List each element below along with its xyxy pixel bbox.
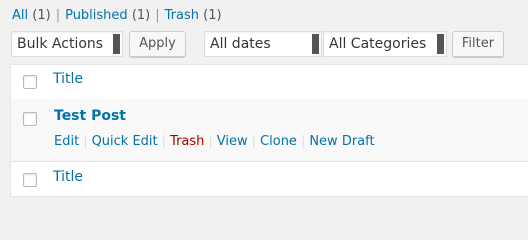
filter-separator: | (55, 8, 61, 23)
status-filter-links: All (1) | Published (1) | Trash (1) (12, 8, 222, 23)
action-separator: | (83, 134, 88, 149)
filter-trash-count: (1) (203, 8, 222, 23)
title-column-header[interactable]: Title (53, 71, 83, 87)
action-separator: | (251, 134, 257, 149)
row-actions: Edit | Quick Edit | Trash | View | Clone | New Dra… (54, 134, 375, 149)
filter-published-link[interactable]: Published (65, 8, 128, 23)
clone-link[interactable]: Clone (260, 134, 297, 149)
categories-select[interactable]: All Categories (323, 31, 447, 57)
action-separator: | (300, 134, 306, 149)
filter-all-link[interactable]: All (12, 8, 28, 23)
dates-select[interactable]: All dates (204, 31, 322, 57)
bulk-actions-select[interactable]: Bulk Actions (11, 31, 123, 57)
filter-trash-label: Trash (164, 8, 199, 23)
select-all-checkbox[interactable] (23, 75, 37, 89)
trash-link[interactable]: Trash (170, 134, 204, 149)
view-link[interactable]: View (217, 134, 248, 149)
filter-trash-link[interactable]: Trash (165, 8, 199, 23)
dropdown-arrow-icon (312, 34, 319, 54)
bulk-actions-value: Bulk Actions (17, 36, 104, 52)
posts-table: Title Test Post Edit | Quick Edit | Trash | Vi… (10, 64, 528, 197)
row-checkbox[interactable] (23, 112, 37, 126)
select-all-checkbox-footer[interactable] (23, 173, 37, 187)
dropdown-arrow-icon (437, 34, 444, 54)
edit-link[interactable]: Edit (54, 134, 79, 149)
action-separator: | (208, 134, 213, 149)
post-title-link[interactable]: Test Post (54, 108, 126, 124)
dates-value: All dates (210, 36, 271, 52)
filter-all-count: (1) (32, 8, 51, 23)
quick-edit-link[interactable]: Quick Edit (92, 134, 158, 149)
table-header-row: Title (11, 65, 528, 100)
apply-button[interactable]: Apply (129, 31, 186, 57)
filter-separator: | (155, 8, 160, 23)
filter-button[interactable]: Filter (452, 31, 504, 57)
action-separator: | (161, 134, 167, 149)
filter-published-count: (1) (131, 8, 151, 23)
categories-value: All Categories (329, 36, 427, 52)
table-footer-row: Title (11, 161, 528, 198)
new-draft-link[interactable]: New Draft (309, 134, 374, 149)
table-row: Test Post Edit | Quick Edit | Trash | View | Clo… (11, 99, 528, 161)
filter-all-label: All (12, 8, 29, 23)
title-column-footer[interactable]: Title (53, 169, 83, 185)
dropdown-arrow-icon (113, 34, 120, 54)
filter-published-label: Published (65, 8, 128, 23)
